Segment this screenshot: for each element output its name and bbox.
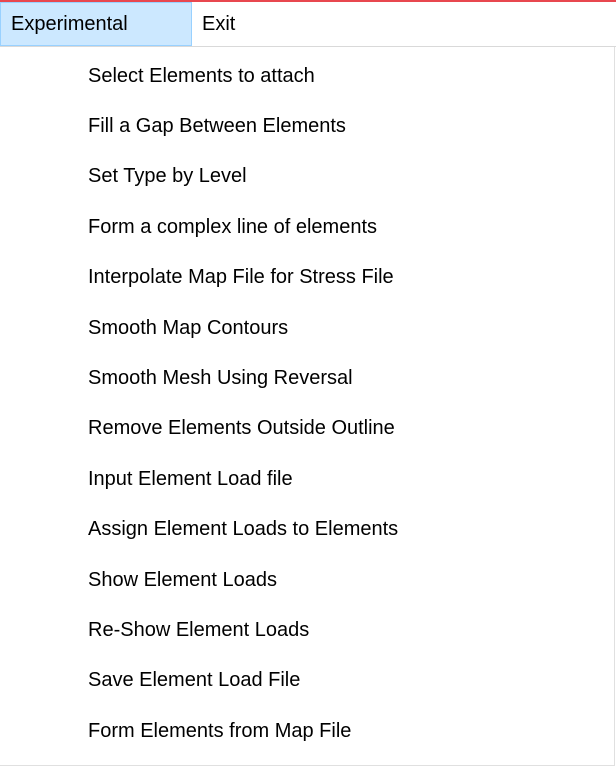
menu-bar: Experimental Exit (0, 2, 616, 47)
menu-item-label: Fill a Gap Between Elements (88, 115, 346, 138)
menu-experimental[interactable]: Experimental (0, 2, 192, 46)
menu-item-label: Save Element Load File (88, 669, 301, 692)
menu-item-show-element-loads[interactable]: Show Element Loads (0, 555, 614, 605)
menu-item-label: Select Elements to attach (88, 64, 315, 87)
menu-experimental-label: Experimental (11, 12, 128, 35)
menu-item-save-element-load-file[interactable]: Save Element Load File (0, 656, 614, 706)
menu-item-label: Re-Show Element Loads (88, 618, 310, 641)
dropdown-menu-list: Select Elements to attach Fill a Gap Bet… (0, 51, 614, 756)
experimental-dropdown-menu: Select Elements to attach Fill a Gap Bet… (0, 47, 615, 766)
menu-item-reshow-element-loads[interactable]: Re-Show Element Loads (0, 605, 614, 655)
menu-item-label: Smooth Mesh Using Reversal (88, 367, 353, 390)
menu-item-label: Form Elements from Map File (88, 719, 352, 742)
menu-item-smooth-mesh-reversal[interactable]: Smooth Mesh Using Reversal (0, 353, 614, 403)
menu-item-set-type-by-level[interactable]: Set Type by Level (0, 152, 614, 202)
menu-item-assign-element-loads[interactable]: Assign Element Loads to Elements (0, 505, 614, 555)
menu-item-select-elements-to-attach[interactable]: Select Elements to attach (0, 51, 614, 101)
menu-item-smooth-map-contours[interactable]: Smooth Map Contours (0, 303, 614, 353)
menu-item-label: Set Type by Level (88, 165, 247, 188)
menu-item-label: Assign Element Loads to Elements (88, 518, 399, 541)
menu-item-form-complex-line[interactable]: Form a complex line of elements (0, 202, 614, 252)
menu-item-remove-elements-outside-outline[interactable]: Remove Elements Outside Outline (0, 404, 614, 454)
menu-item-form-elements-from-map-file[interactable]: Form Elements from Map File (0, 706, 614, 756)
menu-item-label: Input Element Load file (88, 467, 293, 490)
menu-exit[interactable]: Exit (192, 2, 245, 46)
menu-item-input-element-load-file[interactable]: Input Element Load file (0, 454, 614, 504)
menu-exit-label: Exit (202, 12, 236, 35)
menu-item-label: Interpolate Map File for Stress File (88, 266, 394, 289)
menu-item-interpolate-map-file[interactable]: Interpolate Map File for Stress File (0, 253, 614, 303)
menu-item-label: Show Element Loads (88, 568, 278, 591)
menu-item-fill-gap-between-elements[interactable]: Fill a Gap Between Elements (0, 101, 614, 151)
menu-item-label: Form a complex line of elements (88, 215, 378, 238)
menu-item-label: Remove Elements Outside Outline (88, 417, 395, 440)
menu-item-label: Smooth Map Contours (88, 316, 289, 339)
